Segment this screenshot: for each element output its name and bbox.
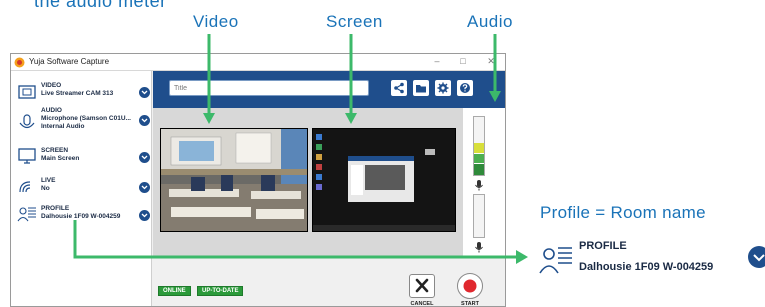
profile-caption: Profile = Room name xyxy=(540,203,706,222)
chevron-down-icon[interactable] xyxy=(748,246,765,268)
profile-icon xyxy=(539,247,572,274)
callout-profile-category: PROFILE xyxy=(579,240,627,252)
callout-profile-value: Dalhousie 1F09 W-004259 xyxy=(579,261,714,273)
